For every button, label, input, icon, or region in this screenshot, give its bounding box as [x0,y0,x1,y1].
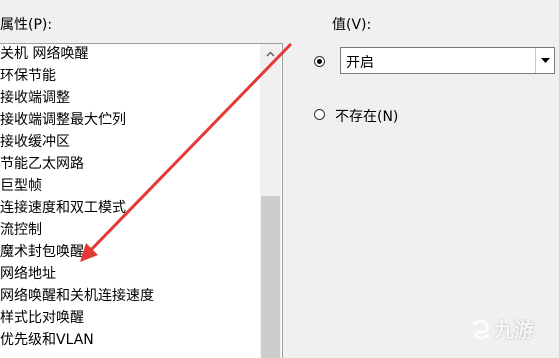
list-item[interactable]: 连接速度和双工模式 [0,198,126,219]
watermark: 九游 [470,314,534,343]
value-label: 值(V): [332,17,372,33]
chevron-up-icon [266,51,275,57]
list-item[interactable]: 网络唤醒和关机连接速度 [0,286,154,307]
combo-dropdown-button[interactable] [535,48,554,73]
properties-list[interactable]: 关机 网络唤醒 环保节能 接收端调整 接收端调整最大伫列 接收缓冲区 节能乙太网… [0,43,283,358]
list-item[interactable]: 网络地址 [0,264,56,285]
combo-value: 开启 [346,55,374,71]
value-radio[interactable] [314,56,325,67]
list-scrollbar[interactable] [260,44,281,358]
list-item[interactable]: 流控制 [0,220,42,241]
list-item[interactable]: 接收端调整最大伫列 [0,110,126,131]
scroll-thumb[interactable] [261,196,280,358]
logo-icon [472,319,490,339]
list-item[interactable]: 环保节能 [0,66,56,87]
chevron-down-icon [540,57,550,63]
list-item[interactable]: 接收端调整 [0,88,70,109]
list-item[interactable]: 巨型帧 [0,176,42,197]
list-item[interactable]: 魔术封包唤醒 [0,242,84,263]
list-item[interactable]: 节能乙太网路 [0,154,84,175]
properties-label: 属性(P): [0,17,53,33]
watermark-text: 九游 [494,318,534,342]
scroll-up-button[interactable] [260,44,281,64]
list-item[interactable]: 接收缓冲区 [0,132,70,153]
not-exist-radio[interactable] [314,109,325,120]
list-item[interactable]: 样式比对唤醒 [0,308,84,329]
value-combo[interactable]: 开启 [340,47,555,74]
list-item[interactable]: 优先级和VLAN [0,330,94,351]
list-item[interactable]: 关机 网络唤醒 [0,44,88,65]
not-exist-label[interactable]: 不存在(N) [335,106,398,126]
